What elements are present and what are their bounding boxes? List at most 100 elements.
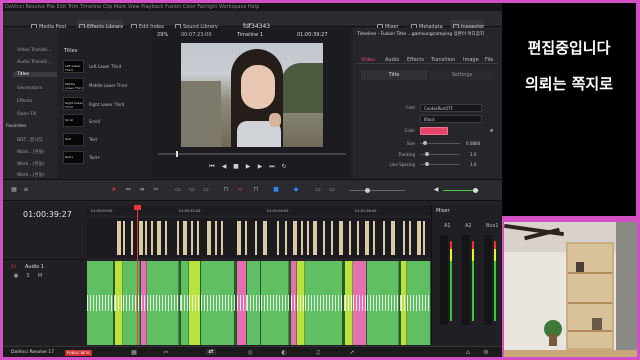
audio-clip[interactable] — [261, 261, 291, 345]
size-value[interactable]: 0.0808 — [463, 140, 485, 148]
category-audio-transitions[interactable]: Audio Transiti... — [17, 60, 52, 65]
size-slider-handle[interactable] — [423, 141, 427, 145]
video-clip[interactable] — [237, 221, 241, 255]
go-to-end-icon[interactable]: ⏭ — [269, 164, 275, 170]
audio-clip[interactable] — [247, 261, 261, 345]
edit-page-icon[interactable]: ⇄ — [206, 349, 216, 355]
audio-clip[interactable] — [345, 261, 353, 345]
tab-image[interactable]: Image — [463, 57, 479, 63]
line-spacing-slider-handle[interactable] — [425, 162, 429, 166]
step-back-icon[interactable]: ◀ — [221, 164, 227, 170]
video-clip[interactable] — [307, 221, 309, 255]
tab-transition[interactable]: Transition — [431, 57, 455, 63]
zoom-detail-icon[interactable]: ▭ — [329, 187, 335, 193]
step-forward-icon[interactable]: ▶ — [257, 164, 263, 170]
tab-effects[interactable]: Effects — [407, 57, 424, 63]
line-spacing-value[interactable]: 1.0 — [467, 161, 485, 169]
video-clip[interactable] — [255, 221, 257, 255]
tab-file[interactable]: File — [485, 57, 493, 63]
fader-a2[interactable] — [462, 235, 470, 325]
title-thumb[interactable]: Text — [63, 133, 84, 146]
video-clip[interactable] — [417, 221, 421, 255]
mute-icon[interactable]: M — [37, 273, 43, 279]
video-clip[interactable] — [191, 221, 193, 255]
favorite-item[interactable]: Work...(흔들) — [17, 161, 44, 167]
media-page-icon[interactable]: ▦ — [131, 350, 137, 356]
video-clip[interactable] — [391, 221, 395, 255]
title-thumb[interactable]: Middle Lower Third — [63, 78, 84, 91]
marker-icon[interactable]: ◆ — [293, 187, 299, 193]
timeline-zoom-slider[interactable] — [349, 188, 405, 193]
video-clip[interactable] — [183, 221, 187, 255]
video-clip[interactable] — [277, 221, 279, 255]
subtab-settings[interactable]: Settings — [429, 70, 495, 80]
replace-clip-icon[interactable]: ▭ — [203, 187, 209, 193]
loop-icon[interactable]: ↻ — [281, 164, 287, 170]
audio-clip[interactable] — [237, 261, 247, 345]
tracking-value[interactable]: 1.0 — [467, 151, 485, 159]
video-clip[interactable] — [139, 221, 143, 255]
video-clip[interactable] — [177, 221, 179, 255]
volume-slider-handle[interactable] — [473, 188, 478, 193]
audio-clip[interactable] — [189, 261, 201, 345]
keyframe-dot[interactable] — [490, 129, 493, 132]
blade-tool-icon[interactable]: ✂ — [153, 187, 159, 193]
cut-page-icon[interactable]: ✂ — [163, 350, 169, 356]
video-clip[interactable] — [313, 221, 317, 255]
audio-clip[interactable] — [123, 261, 141, 345]
video-clip[interactable] — [365, 221, 369, 255]
video-clip[interactable] — [409, 221, 411, 255]
video-clip[interactable] — [157, 221, 161, 255]
color-swatch[interactable] — [420, 127, 448, 135]
size-slider[interactable] — [420, 141, 460, 145]
audio-clip[interactable] — [181, 261, 189, 345]
category-titles[interactable]: Titles — [13, 72, 57, 77]
video-clip[interactable] — [263, 221, 267, 255]
favorite-item[interactable]: BDT...끌시작 — [17, 137, 42, 143]
audio-clip[interactable] — [353, 261, 367, 345]
title-thumb[interactable]: Right Lower Third — [63, 97, 84, 110]
video-clip[interactable] — [221, 221, 223, 255]
video-clip[interactable] — [207, 221, 211, 255]
title-item-middle-lower-third[interactable]: Middle Lower Third — [89, 83, 127, 88]
timeline-name[interactable]: Timeline 1 — [237, 32, 263, 38]
video-clip[interactable] — [331, 221, 333, 255]
audio-clip[interactable] — [305, 261, 345, 345]
fader-a1[interactable] — [440, 235, 448, 325]
snapping-icon[interactable]: ⊓ — [223, 187, 229, 193]
list-view-icon[interactable]: ≡ — [23, 187, 29, 193]
video-clip[interactable] — [145, 221, 147, 255]
video-clip[interactable] — [131, 221, 133, 255]
subtab-title[interactable]: Title — [361, 70, 427, 80]
timeline-view-icon[interactable]: ▦ — [11, 187, 17, 193]
font-select[interactable]: CookieRunOTF — [420, 104, 482, 112]
linked-selection-icon[interactable]: ∞ — [237, 187, 243, 193]
deliver-page-icon[interactable]: ➚ — [349, 350, 355, 356]
favorite-item[interactable]: Work...(흔들) — [17, 149, 44, 155]
tracking-slider[interactable] — [420, 152, 460, 156]
video-clip[interactable] — [197, 221, 199, 255]
video-clip[interactable] — [285, 221, 287, 255]
title-item-right-lower-third[interactable]: Right Lower Third — [89, 102, 124, 107]
video-clip[interactable] — [117, 221, 121, 255]
trim-tool-icon[interactable]: ⇔ — [125, 187, 131, 193]
title-thumb[interactable]: Scroll — [63, 114, 84, 127]
video-clip[interactable] — [339, 221, 343, 255]
tab-video[interactable]: Video — [361, 57, 375, 63]
category-effects[interactable]: Effects — [17, 99, 32, 104]
video-clip[interactable] — [215, 221, 217, 255]
menu-items[interactable]: DaVinci Resolve File Edit Trim Timeline … — [5, 4, 259, 10]
video-clip[interactable] — [123, 221, 125, 255]
line-spacing-slider[interactable] — [420, 162, 460, 166]
zoom-full-icon[interactable]: ▭ — [315, 187, 321, 193]
title-item-left-lower-third[interactable]: Left Lower Third — [89, 64, 121, 69]
volume-icon[interactable]: ◀ — [433, 187, 439, 193]
audio-clip[interactable] — [115, 261, 123, 345]
stop-icon[interactable]: ■ — [233, 164, 239, 170]
title-item-scroll[interactable]: Scroll — [89, 119, 100, 124]
color-page-icon[interactable]: ◐ — [281, 350, 287, 356]
fader-bus1[interactable] — [484, 235, 492, 325]
home-icon[interactable]: ⌂ — [465, 350, 471, 356]
favorite-item[interactable]: Work...(흔들) — [17, 172, 44, 178]
video-clip[interactable] — [245, 221, 247, 255]
